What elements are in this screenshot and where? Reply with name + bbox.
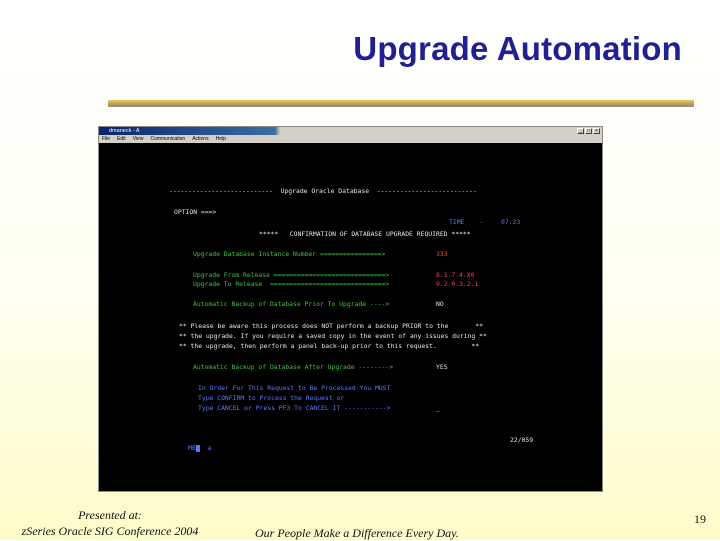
backup-after-field[interactable]: YES: [436, 363, 448, 371]
session-indicator: MB: [188, 444, 196, 452]
menu-bar: File Edit View Communication Actions Hel…: [99, 135, 602, 143]
maximize-button[interactable]: □: [585, 128, 592, 134]
instruction-line-1: In Order For This Request to Be Processe…: [198, 384, 391, 392]
time-label: TIME -: [449, 218, 484, 226]
page-number: 19: [694, 512, 706, 526]
menu-communication[interactable]: Communication: [150, 135, 185, 143]
confirmation-banner: ***** CONFIRMATION OF DATABASE UPGRADE R…: [259, 230, 471, 238]
footer-presented-at: Presented at: zSeries Oracle SIG Confere…: [0, 507, 220, 539]
instance-value: 333: [436, 250, 448, 258]
menu-help[interactable]: Help: [216, 135, 226, 143]
option-prompt[interactable]: OPTION ===>: [174, 208, 216, 216]
menu-view[interactable]: View: [133, 135, 144, 143]
footer-presented-line2: zSeries Oracle SIG Conference 2004: [21, 524, 199, 538]
window-controls: _ □ ×: [577, 128, 600, 134]
cursor-position: 22/059: [510, 436, 534, 444]
menu-file[interactable]: File: [102, 135, 110, 143]
time-value: 07:23: [501, 218, 521, 226]
upgrade-from-label: Upgrade From Release ===================…: [193, 271, 390, 279]
close-button[interactable]: ×: [593, 128, 600, 134]
upgrade-from-value: 8.1.7.4.X0: [436, 271, 475, 279]
cursor-block: [195, 444, 200, 452]
terminal-emulator-window: dmaneck - A _ □ × File Edit View Communi…: [98, 126, 603, 492]
slide-title: Upgrade Automation: [353, 30, 682, 67]
warning-line-1: ** Please be aware this process does NOT…: [179, 322, 483, 330]
window-titlebar[interactable]: dmaneck - A _ □ ×: [99, 127, 602, 135]
minimize-button[interactable]: _: [577, 128, 584, 134]
panel-header: --------------------------- Upgrade Orac…: [169, 187, 477, 195]
confirm-input-field[interactable]: _: [436, 404, 440, 412]
title-divider: [108, 100, 694, 107]
status-bar-left: MB a: [165, 436, 211, 460]
warning-line-2: ** the upgrade. If you require a saved c…: [179, 332, 487, 340]
upgrade-to-label: Upgrade To Release =====================…: [193, 280, 390, 288]
instruction-line-2: Type CONFIRM to Process the Request or: [198, 394, 345, 402]
input-mode: a: [207, 444, 212, 452]
menu-actions[interactable]: Actions: [192, 135, 208, 143]
menu-edit[interactable]: Edit: [117, 135, 126, 143]
instruction-line-3: Type CANCEL or Press PF3 To CANCEL IT --…: [198, 404, 391, 412]
backup-prior-field[interactable]: NO: [436, 300, 444, 308]
window-title: dmaneck - A: [109, 128, 140, 134]
instance-label: Upgrade Database Instance Number =======…: [193, 250, 386, 258]
upgrade-to-value: 9.2.0.3.2.1: [436, 280, 479, 288]
footer-presented-line1: Presented at:: [78, 508, 142, 522]
footer-tagline: Our People Make a Difference Every Day.: [255, 526, 459, 540]
backup-prior-label: Automatic Backup of Database Prior To Up…: [193, 300, 390, 308]
terminal-screen[interactable]: --------------------------- Upgrade Orac…: [99, 144, 602, 492]
warning-line-3: ** the upgrade, then perform a panel bac…: [179, 342, 480, 350]
backup-after-label: Automatic Backup of Database After Upgra…: [193, 363, 394, 371]
